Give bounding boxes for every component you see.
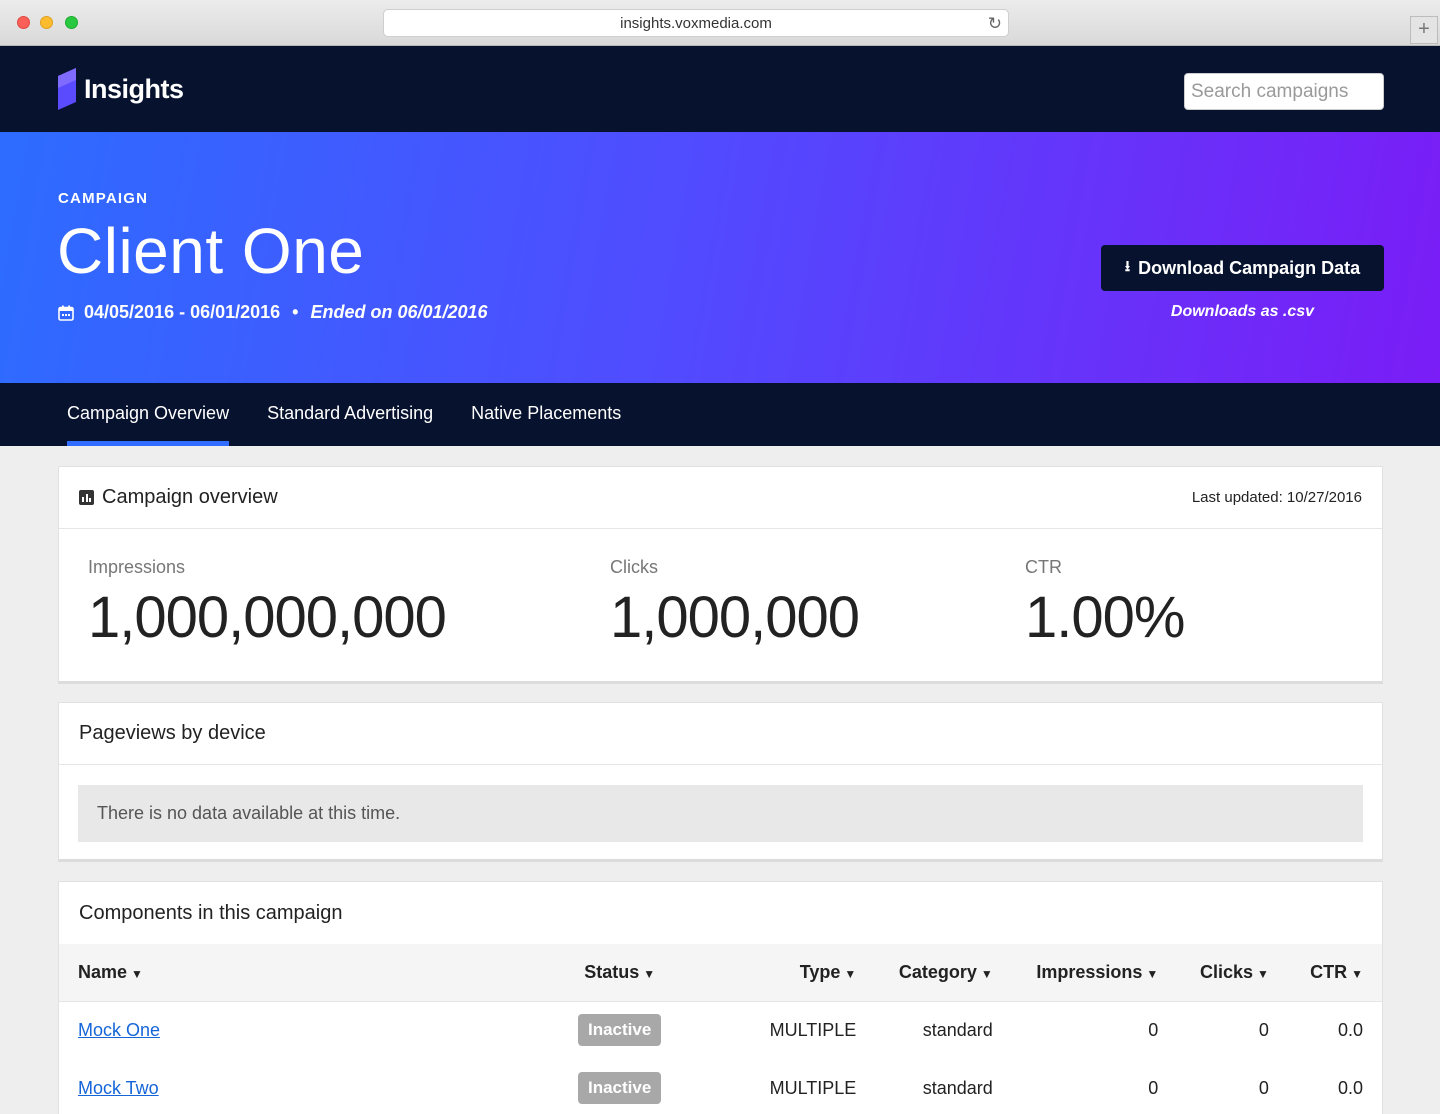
component-link[interactable]: Mock One xyxy=(78,1020,160,1040)
cell-type: MULTIPLE xyxy=(769,1077,857,1098)
pageviews-by-device-card: Pageviews by device There is no data ava… xyxy=(58,702,1383,862)
stat-value: 1.00% xyxy=(1025,585,1185,650)
sort-caret-icon: ▼ xyxy=(643,966,656,981)
bar-chart-icon xyxy=(79,490,94,505)
tab-standard-advertising[interactable]: Standard Advertising xyxy=(248,383,452,446)
sort-caret-icon: ▼ xyxy=(1257,966,1269,981)
campaign-tabs: Campaign Overview Standard Advertising N… xyxy=(0,383,1440,446)
card-header: Campaign overview Last updated: 10/27/20… xyxy=(59,467,1382,529)
tab-campaign-overview[interactable]: Campaign Overview xyxy=(48,383,248,446)
column-header-clicks[interactable]: Clicks ▼ xyxy=(1177,944,1288,1002)
component-link[interactable]: Mock Two xyxy=(78,1078,159,1098)
stat-label: Clicks xyxy=(610,557,658,577)
last-updated: Last updated: 10/27/2016 xyxy=(1191,489,1362,506)
stat-impressions: Impressions 1,000,000,000 xyxy=(88,557,447,651)
cell-ctr: 0.0 xyxy=(1337,1077,1363,1098)
new-tab-button[interactable]: + xyxy=(1410,16,1438,44)
tab-native-placements[interactable]: Native Placements xyxy=(452,383,640,446)
sort-caret-icon: ▼ xyxy=(980,966,993,981)
cell-ctr: 0.0 xyxy=(1337,1019,1363,1040)
components-card: Components in this campaign Name ▼ Status… xyxy=(58,881,1383,1114)
cell-impressions: 0 xyxy=(1148,1019,1159,1040)
ended-date: Ended on 06/01/2016 xyxy=(310,302,488,322)
stat-value: 1,000,000,000 xyxy=(88,585,447,650)
column-header-type[interactable]: Type ▼ xyxy=(680,944,876,1002)
sort-caret-icon: ▼ xyxy=(131,966,143,981)
campaign-dates: 04/05/2016 - 06/01/2016 • Ended on 06/01… xyxy=(58,302,488,323)
card-header: Pageviews by device xyxy=(59,703,1382,765)
card-title: Components in this campaign xyxy=(79,901,343,924)
page-title: Client One xyxy=(57,215,365,287)
browser-toolbar: insights.voxmedia.com ↻ + xyxy=(0,0,1440,46)
cell-category: standard xyxy=(922,1019,993,1040)
sort-caret-icon: ▼ xyxy=(1146,966,1159,981)
stat-ctr: CTR 1.00% xyxy=(1025,557,1185,651)
date-range: 04/05/2016 - 06/01/2016 xyxy=(84,302,281,322)
stat-label: CTR xyxy=(1025,557,1062,577)
card-header: Components in this campaign xyxy=(59,882,1382,944)
search-input[interactable] xyxy=(1184,73,1384,110)
stat-value: 1,000,000 xyxy=(610,585,860,650)
cell-type: MULTIPLE xyxy=(769,1019,857,1040)
logo-text: Insights xyxy=(84,73,184,104)
column-header-name[interactable]: Name ▼ xyxy=(59,944,559,1002)
components-table: Name ▼ Status ▼ Type ▼ Category ▼ Impression… xyxy=(59,944,1382,1114)
app-header: Insights xyxy=(0,46,1440,132)
date-separator: • xyxy=(292,302,299,322)
download-campaign-data-button[interactable]: ⭳ Download Campaign Data xyxy=(1101,245,1384,291)
empty-state-message: There is no data available at this time. xyxy=(78,785,1363,842)
status-badge: Inactive xyxy=(578,1072,662,1104)
cell-impressions: 0 xyxy=(1148,1077,1159,1098)
stat-clicks: Clicks 1,000,000 xyxy=(610,557,860,651)
logo-mark-icon xyxy=(58,68,76,110)
column-header-status[interactable]: Status ▼ xyxy=(559,944,681,1002)
card-title: Pageviews by device xyxy=(79,722,266,744)
campaign-hero: CAMPAIGN Client One 04/05/2016 - 06/01/2… xyxy=(0,132,1440,383)
column-header-ctr[interactable]: CTR ▼ xyxy=(1287,944,1382,1002)
calendar-icon xyxy=(58,305,74,321)
sort-caret-icon: ▼ xyxy=(1351,966,1363,981)
cell-clicks: 0 xyxy=(1258,1077,1269,1098)
cell-category: standard xyxy=(922,1077,993,1098)
zoom-window-button[interactable] xyxy=(65,16,78,29)
minimize-window-button[interactable] xyxy=(40,16,53,29)
status-badge: Inactive xyxy=(578,1014,662,1047)
table-row: Mock One Inactive MULTIPLE standard 0 0 … xyxy=(59,1001,1382,1059)
logo[interactable]: Insights xyxy=(56,68,184,110)
stat-label: Impressions xyxy=(88,557,186,577)
column-header-category[interactable]: Category ▼ xyxy=(875,944,1012,1002)
cell-clicks: 0 xyxy=(1258,1019,1269,1040)
sort-caret-icon: ▼ xyxy=(844,966,857,981)
reload-icon[interactable]: ↻ xyxy=(988,10,1002,37)
card-title: Campaign overview xyxy=(102,486,278,508)
download-icon: ⭳ xyxy=(1124,257,1131,275)
hero-kicker: CAMPAIGN xyxy=(58,190,149,207)
stats-row: Impressions 1,000,000,000 Clicks 1,000,0… xyxy=(59,529,1382,681)
table-row: Mock Two Inactive MULTIPLE standard 0 0 … xyxy=(59,1059,1382,1114)
address-bar[interactable]: insights.voxmedia.com ↻ xyxy=(383,9,1009,37)
table-header-row: Name ▼ Status ▼ Type ▼ Category ▼ Impression… xyxy=(59,944,1382,1002)
download-button-label: Download Campaign Data xyxy=(1138,257,1361,278)
download-format-note: Downloads as .csv xyxy=(1170,303,1315,320)
column-header-impressions[interactable]: Impressions ▼ xyxy=(1011,944,1178,1002)
address-text: insights.voxmedia.com xyxy=(620,15,772,32)
close-window-button[interactable] xyxy=(17,16,30,29)
campaign-overview-card: Campaign overview Last updated: 10/27/20… xyxy=(58,466,1383,684)
